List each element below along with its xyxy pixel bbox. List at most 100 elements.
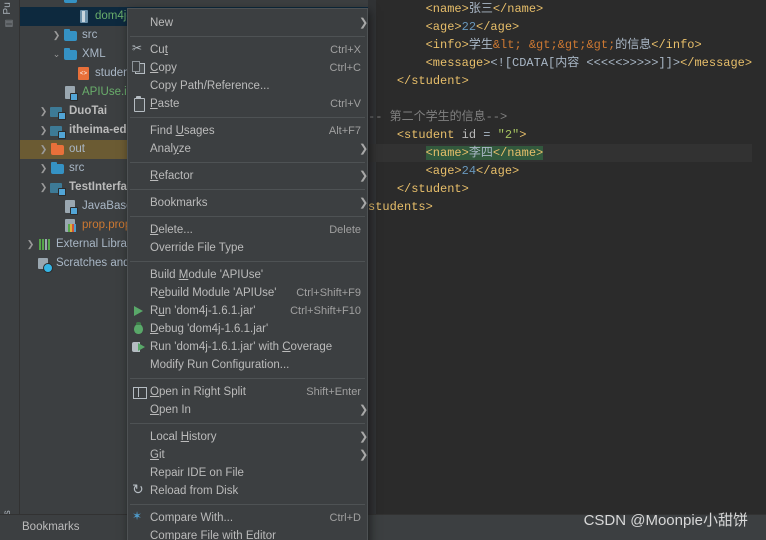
chevron-right-icon: ❯	[359, 170, 369, 182]
code-token: students>	[368, 200, 433, 214]
code-token: 的信息	[615, 38, 652, 52]
menu-item-repair-ide-on-file[interactable]: Repair IDE on File	[128, 464, 367, 482]
menu-separator	[130, 162, 365, 163]
chevron-right-icon[interactable]: ❯	[50, 31, 63, 40]
menu-item-paste[interactable]: Paste Ctrl+V	[128, 95, 367, 113]
tree-item-label: src	[82, 29, 98, 41]
code-token: </name>	[492, 2, 544, 16]
split-icon	[128, 384, 150, 400]
menu-item-shortcut: Ctrl+Shift+F9	[296, 287, 361, 299]
code-token: <message>	[425, 56, 491, 70]
menu-item-find-usages[interactable]: Find Usages Alt+F7	[128, 122, 367, 140]
iml-file-icon	[63, 199, 78, 215]
menu-item-copy-path-reference[interactable]: Copy Path/Reference...	[128, 77, 367, 95]
menu-item-compare-with[interactable]: Compare With... Ctrl+D	[128, 509, 367, 527]
chevron-right-icon: ❯	[359, 431, 369, 443]
menu-item-override-file-type[interactable]: Override File Type	[128, 239, 367, 257]
file-context-menu[interactable]: New ❯ Cut Ctrl+X Copy Ctrl+C Copy Path/Referen…	[127, 8, 368, 540]
code-token: id	[461, 128, 477, 142]
tree-item-label: studen	[95, 67, 130, 79]
tree-item-label: out	[69, 143, 85, 155]
menu-item-git[interactable]: Git ❯	[128, 446, 368, 464]
menu-item-rebuild-module-apiuse[interactable]: Rebuild Module 'APIUse' Ctrl+Shift+F9	[128, 284, 367, 302]
code-line: </student>	[368, 180, 752, 198]
tree-item-label: XML	[82, 48, 106, 60]
menu-item-shortcut: Ctrl+C	[329, 62, 361, 74]
code-line: <age>24</age>	[368, 162, 752, 180]
menu-item-modify-run-configuration[interactable]: Modify Run Configuration...	[128, 356, 367, 374]
chevron-right-icon[interactable]: ❯	[37, 145, 50, 154]
code-token: 24	[461, 164, 477, 178]
menu-item-refactor[interactable]: Refactor ❯	[128, 167, 369, 185]
code-editor[interactable]: <name>张三</name> <age>22</age> <info>学生&l…	[368, 0, 766, 514]
editor-code-area[interactable]: <name>张三</name> <age>22</age> <info>学生&l…	[368, 0, 753, 216]
code-token: </name>	[492, 146, 544, 160]
menu-item-new[interactable]: New ❯	[128, 14, 368, 32]
menu-item-compare-file-with-editor[interactable]: Compare File with Editor	[128, 527, 367, 540]
menu-item-label: Modify Run Configuration...	[150, 359, 290, 371]
menu-item-run-dom4j-1-6-1-jar[interactable]: Run 'dom4j-1.6.1.jar' Ctrl+Shift+F10	[128, 302, 367, 320]
iml-file-icon	[63, 85, 78, 101]
menu-item-analyze[interactable]: Analyze ❯	[128, 140, 369, 158]
chevron-right-icon[interactable]: ❯	[24, 240, 37, 249]
tree-item-libs[interactable]: ❯libs	[20, 0, 368, 7]
code-token: 22	[461, 20, 477, 34]
menu-item-label: Compare With...	[150, 512, 234, 524]
menu-item-label: Bookmarks	[150, 197, 208, 209]
tool-window-tab-project[interactable]: ▤ Pu	[2, 2, 13, 28]
folder-icon	[50, 161, 65, 176]
copy-icon	[128, 60, 150, 76]
code-token: </age>	[476, 164, 520, 178]
menu-item-delete[interactable]: Delete... Delete	[128, 221, 367, 239]
folder-orange-icon	[50, 142, 65, 157]
chevron-right-icon: ❯	[359, 143, 369, 155]
tree-item-label: itheima-edu	[69, 124, 134, 136]
blank-icon	[128, 123, 150, 139]
menu-item-debug-dom4j-1-6-1-jar[interactable]: Debug 'dom4j-1.6.1.jar'	[128, 320, 367, 338]
bookmarks-tool-button[interactable]: Bookmarks	[22, 521, 80, 533]
code-token: 张三	[468, 2, 493, 16]
menu-item-bookmarks[interactable]: Bookmarks ❯	[128, 194, 368, 212]
code-token: "2"	[497, 128, 520, 142]
blank-icon	[128, 240, 150, 256]
menu-item-cut[interactable]: Cut Ctrl+X	[128, 41, 367, 59]
code-line: students>	[368, 198, 752, 216]
menu-item-label: Reload from Disk	[150, 485, 239, 497]
menu-item-local-history[interactable]: Local History ❯	[128, 428, 369, 446]
code-token: </info>	[651, 38, 702, 52]
folder-icon	[63, 28, 78, 43]
menu-item-copy[interactable]: Copy Ctrl+C	[128, 59, 367, 77]
chevron-down-icon[interactable]: ⌄	[50, 50, 63, 59]
blank-icon	[128, 141, 150, 157]
menu-item-open-in[interactable]: Open In ❯	[128, 401, 368, 419]
scratches-icon	[37, 256, 53, 273]
compare-icon-glyph	[132, 509, 146, 525]
tree-item-label: src	[69, 162, 85, 174]
chevron-right-icon[interactable]: ❯	[37, 164, 50, 173]
coverage-icon-glyph	[132, 340, 146, 354]
blank-icon	[128, 465, 150, 481]
menu-item-run-dom4j-1-6-1-jar-with-coverage[interactable]: Run 'dom4j-1.6.1.jar' with Coverage	[128, 338, 367, 356]
code-token: ]]>	[658, 56, 681, 70]
menu-item-label: Copy	[150, 62, 177, 74]
menu-item-open-in-right-split[interactable]: Open in Right Split Shift+Enter	[128, 383, 367, 401]
chevron-right-icon[interactable]: ❯	[37, 107, 50, 116]
chevron-right-icon[interactable]: ❯	[37, 126, 50, 135]
menu-separator	[130, 117, 365, 118]
reload-icon	[128, 481, 150, 499]
blank-icon	[128, 357, 150, 373]
menu-item-build-module-apiuse[interactable]: Build Module 'APIUse'	[128, 266, 367, 284]
run-icon	[128, 303, 150, 319]
menu-separator	[130, 36, 365, 37]
cut-icon	[128, 41, 150, 58]
module-icon	[50, 180, 66, 196]
code-token: </age>	[476, 20, 520, 34]
chevron-right-icon[interactable]: ❯	[37, 183, 50, 192]
xml-file-icon	[76, 66, 91, 81]
menu-item-reload-from-disk[interactable]: Reload from Disk	[128, 481, 367, 500]
menu-item-label: Run 'dom4j-1.6.1.jar'	[150, 305, 256, 317]
